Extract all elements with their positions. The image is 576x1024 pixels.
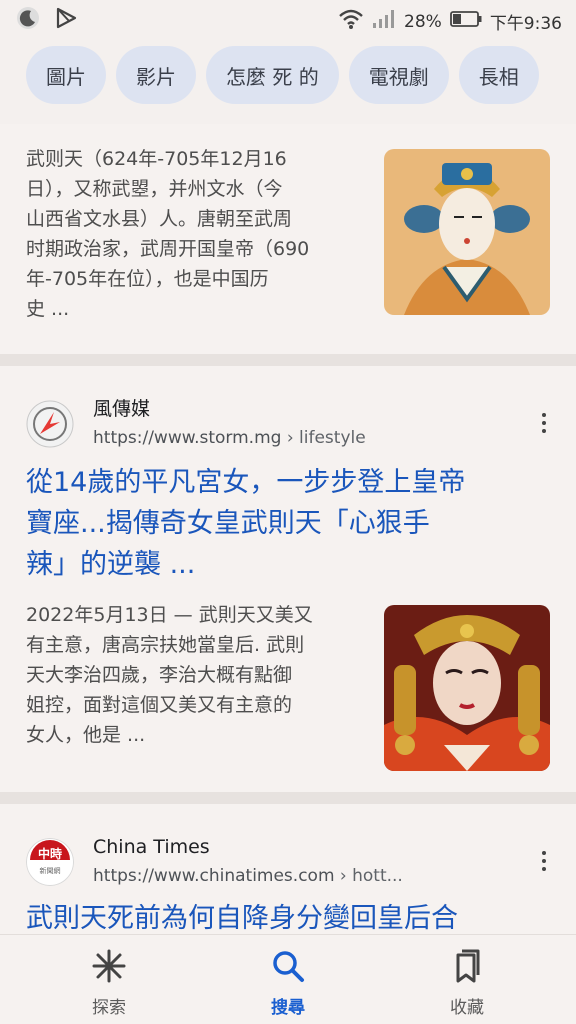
site-favicon: 中時 新聞網: [26, 837, 74, 886]
snippet-line: 武则天（624年-705年12月16: [26, 148, 287, 170]
nav-label: 收藏: [450, 998, 484, 1018]
chip-tv-drama[interactable]: 電視劇: [348, 46, 449, 104]
search-result[interactable]: 中時 新聞網 China Times https://www.chinatime…: [0, 804, 576, 934]
url-domain: https://www.storm.mg: [93, 428, 282, 448]
title-line: 從14歲的平凡宮女，一步步登上皇帝: [26, 467, 466, 498]
url-domain: https://www.chinatimes.com: [93, 866, 335, 886]
snippet-line: 时期政治家，武周开国皇帝（690: [26, 238, 310, 260]
snippet-line: 日），又称武曌，并州文水（今: [26, 178, 283, 200]
nav-search[interactable]: 搜尋: [228, 949, 348, 1018]
battery-icon: [449, 10, 482, 33]
filter-chips: 圖片 影片 怎麼 死 的 電視劇 長相: [0, 46, 576, 112]
moon-icon: [16, 6, 40, 34]
chip-videos[interactable]: 影片: [116, 46, 196, 104]
bottom-navigation: 探索 搜尋 收藏: [0, 934, 576, 1024]
result-source[interactable]: 中時 新聞網 China Times https://www.chinatime…: [26, 834, 403, 889]
snippet-line: 年-705年在位），也是中国历: [26, 268, 269, 290]
title-line: 寶座...揭傳奇女皇武則天「心狠手: [26, 508, 430, 539]
search-result[interactable]: 風傳媒 https://www.storm.mg › lifestyle 從14…: [0, 366, 576, 792]
favicon-logo-text: 中時: [38, 846, 62, 861]
title-line: 武則天死前為何自降身分變回皇后合: [26, 903, 458, 934]
result-title-link[interactable]: 武則天死前為何自降身分變回皇后合: [26, 898, 546, 934]
battery-percent: 28%: [404, 11, 442, 32]
search-icon: [271, 951, 305, 987]
snippet-line: 姐控，面對這個又美又有主意的: [26, 694, 293, 716]
search-results-page: 28% 下午9:36 圖片 影片 怎麼 死 的 電視劇 長相 武则天（624年-…: [0, 0, 576, 1024]
url-breadcrumb: › lifestyle: [281, 428, 366, 448]
result-snippet: 武则天（624年-705年12月16 日），又称武曌，并州文水（今 山西省文水县…: [26, 144, 366, 324]
site-url: https://www.chinatimes.com › hott...: [93, 863, 403, 889]
search-result[interactable]: 武则天（624年-705年12月16 日），又称武曌，并州文水（今 山西省文水县…: [0, 124, 576, 354]
nav-label: 搜尋: [271, 998, 305, 1018]
result-snippet: 2022年5月13日 — 武則天又美又 有主意，唐高宗扶她當皇后. 武則 天大李…: [26, 600, 366, 750]
asterisk-icon: [92, 949, 126, 987]
wifi-icon: [338, 8, 364, 35]
more-options-button[interactable]: [538, 413, 550, 433]
site-name: China Times: [93, 836, 210, 858]
snippet-line: 有主意，唐高宗扶她當皇后. 武則: [26, 634, 305, 656]
bookmarks-icon: [450, 949, 484, 987]
nav-collections[interactable]: 收藏: [407, 949, 527, 1018]
snippet-line: 史 ...: [26, 298, 70, 320]
url-breadcrumb: › hott...: [334, 866, 403, 886]
chip-how-died[interactable]: 怎麼 死 的: [206, 46, 339, 104]
clock: 下午9:36: [489, 14, 562, 34]
snippet-line: 山西省文水县）人。唐朝至武周: [26, 208, 293, 230]
site-favicon: [26, 400, 74, 448]
result-divider: [0, 792, 576, 804]
site-name: 風傳媒: [93, 398, 151, 420]
result-divider: [0, 354, 576, 366]
favicon-logo-subtext: 新聞網: [40, 866, 61, 875]
result-thumbnail[interactable]: [384, 605, 550, 771]
nav-discover[interactable]: 探索: [49, 949, 169, 1018]
result-source[interactable]: 風傳媒 https://www.storm.mg › lifestyle: [26, 396, 366, 451]
title-line: 辣」的逆襲 ...: [26, 549, 196, 580]
snippet-line: 2022年5月13日 — 武則天又美又: [26, 604, 313, 626]
snippet-line: 女人，他是 ...: [26, 724, 146, 746]
chip-appearance[interactable]: 長相: [458, 46, 539, 104]
signal-icon: [372, 9, 396, 34]
more-options-button[interactable]: [538, 851, 550, 871]
result-title-link[interactable]: 從14歲的平凡宮女，一步步登上皇帝 寶座...揭傳奇女皇武則天「心狠手 辣」的逆…: [26, 462, 546, 585]
chip-images[interactable]: 圖片: [26, 46, 106, 104]
nav-label: 探索: [92, 998, 126, 1018]
snippet-line: 天大李治四歲，李治大概有點御: [26, 664, 293, 686]
site-url: https://www.storm.mg › lifestyle: [93, 425, 366, 451]
status-bar: 28% 下午9:36: [0, 0, 576, 40]
play-icon: [54, 6, 78, 34]
result-thumbnail[interactable]: [384, 149, 550, 315]
